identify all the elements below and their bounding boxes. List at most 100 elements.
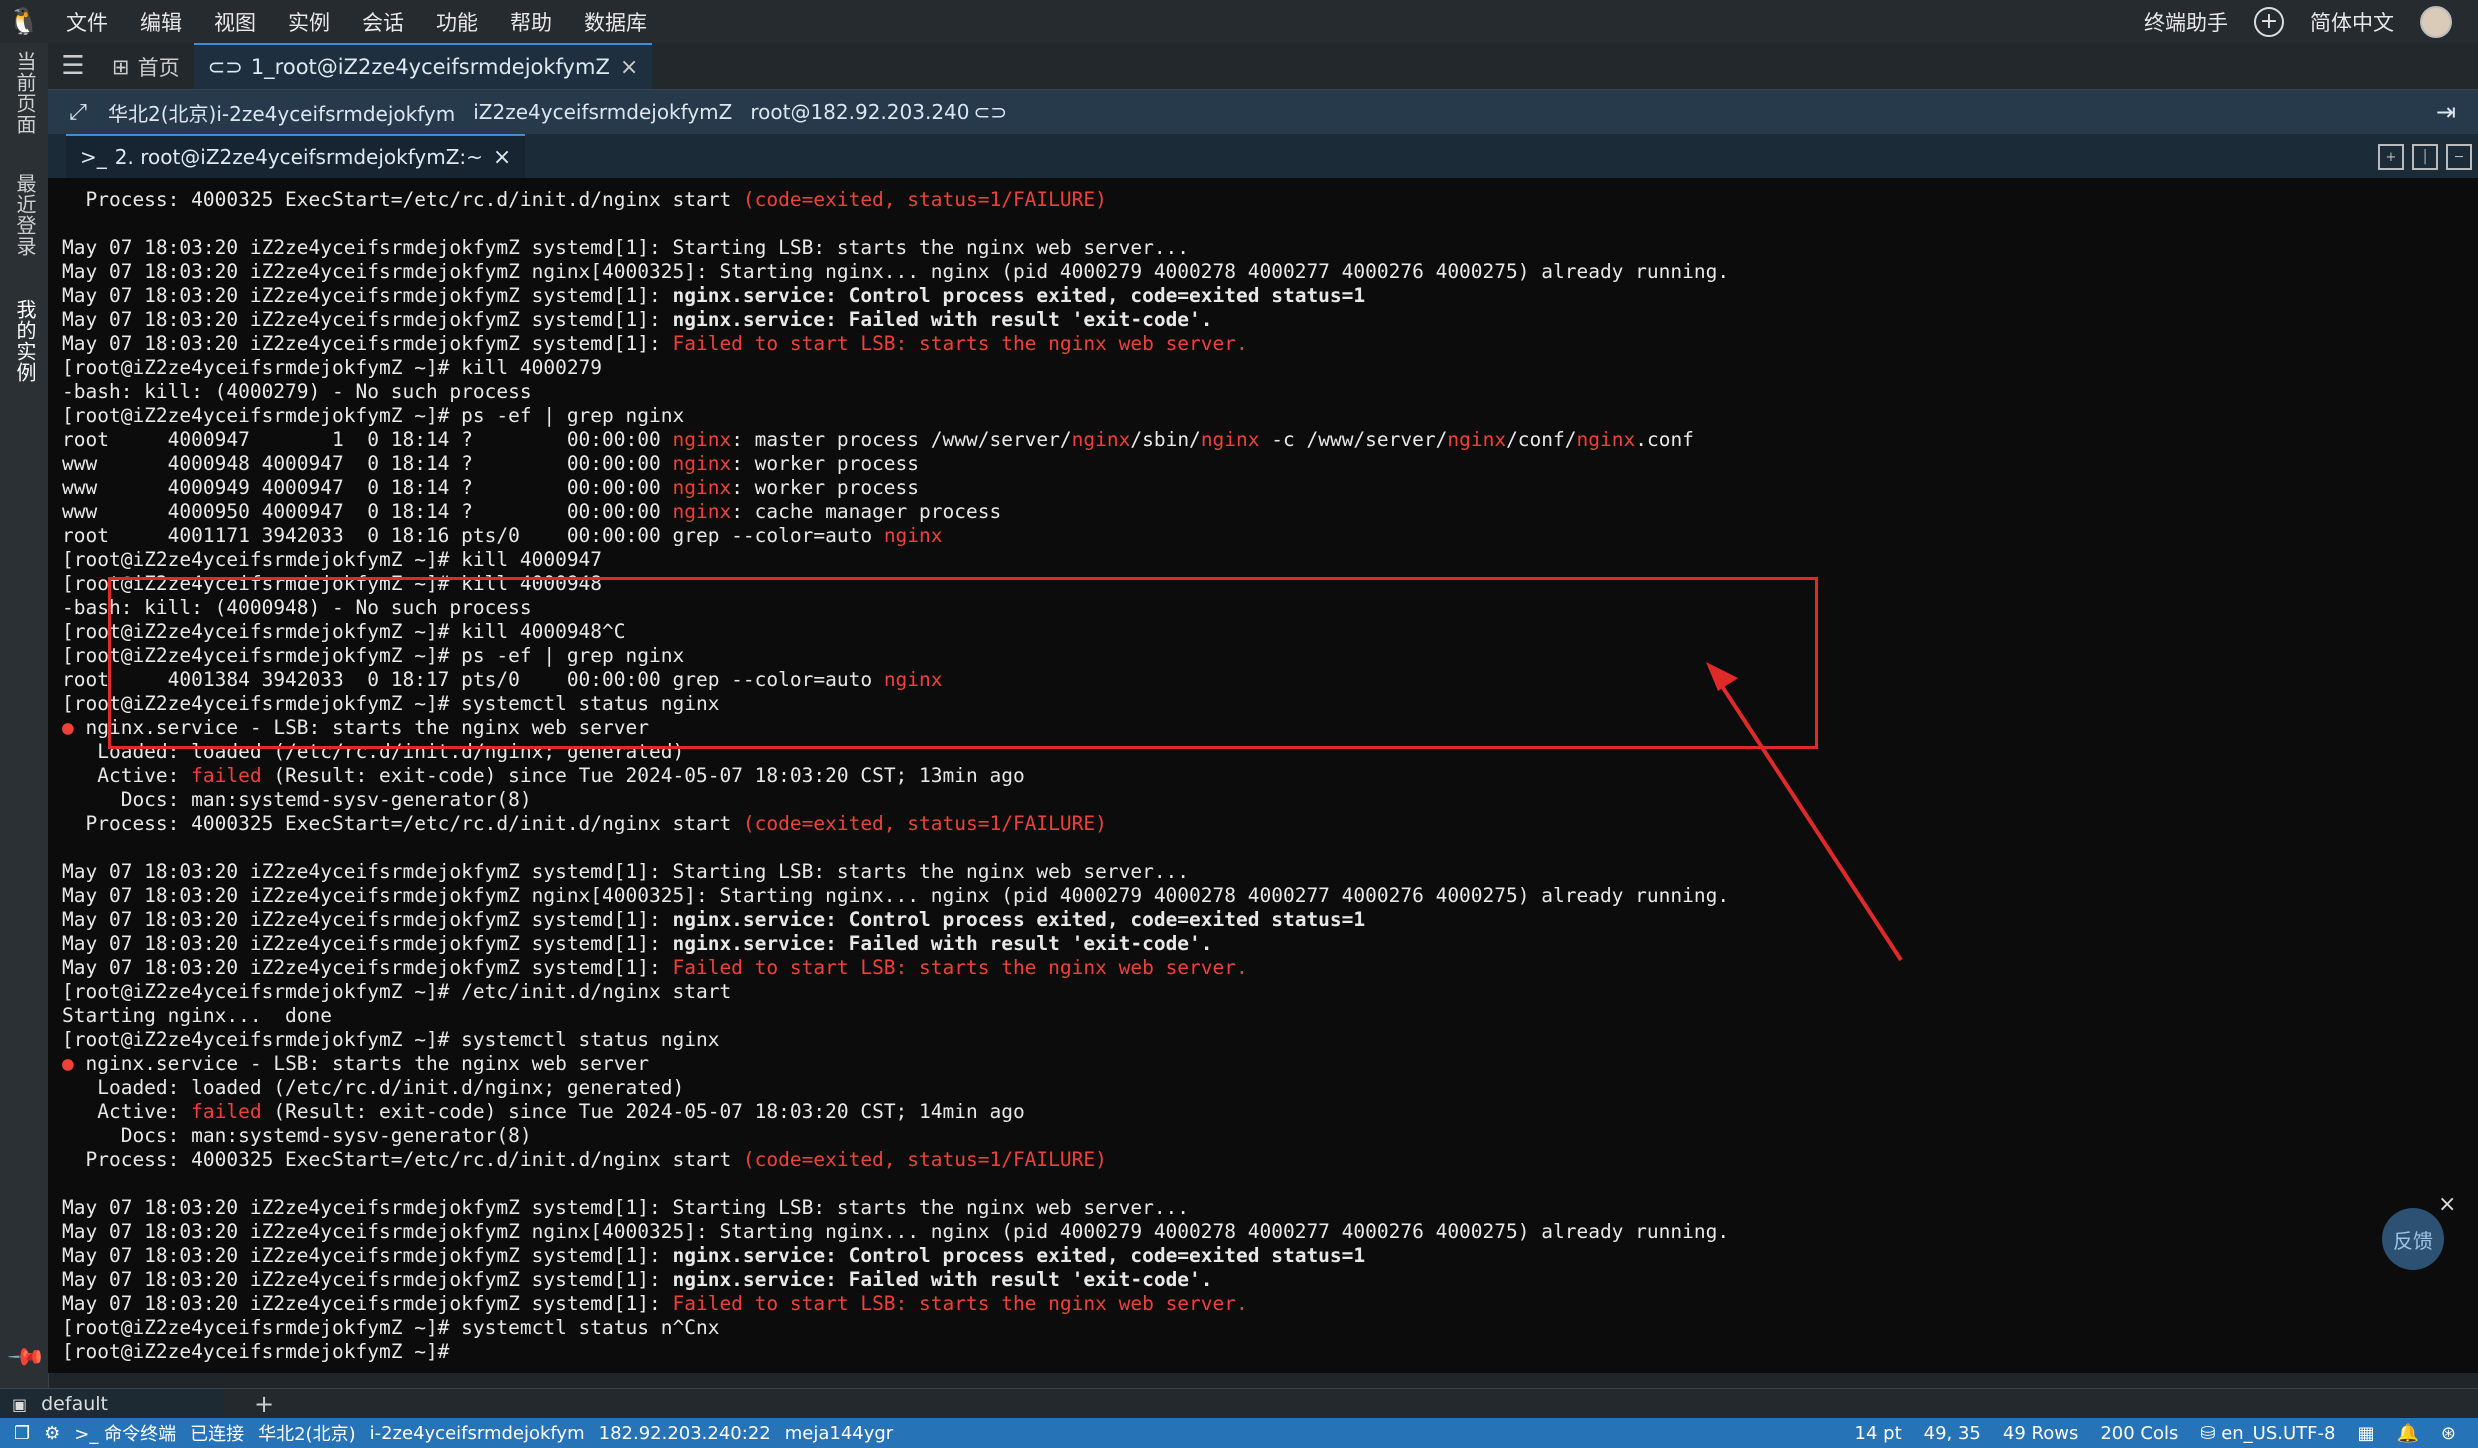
tab-home-label: 首页 (137, 56, 180, 80)
sidebar-tab-my-instances[interactable]: 我的实例 (8, 299, 40, 383)
menu-database[interactable]: 数据库 (584, 7, 647, 37)
expand-icon[interactable]: ⤢ (48, 100, 108, 125)
terminal-line: May 07 18:03:20 iZ2ze4yceifsrmdejokfymZ … (62, 308, 1213, 331)
encoding-icon: ⛁ (2200, 1422, 2222, 1444)
terminal-tab-bar: >_ 2. root@iZ2ze4yceifsrmdejokfymZ:~ × +… (48, 134, 2478, 178)
terminal-line: www 4000949 4000947 0 18:14 ? 00:00:00 n… (62, 476, 920, 499)
rows-count: 49 Rows (2002, 1422, 2079, 1444)
terminal-line: [root@iZ2ze4yceifsrmdejokfymZ ~]# kill 4… (62, 572, 603, 595)
menu-file[interactable]: 文件 (66, 7, 108, 37)
add-session-icon[interactable]: + (254, 1390, 274, 1418)
terminal-line: Active: failed (Result: exit-code) since… (62, 764, 1025, 787)
terminal-assistant-button[interactable]: 终端助手 (2144, 7, 2228, 37)
session-bar: ▣ default + (0, 1388, 2478, 1419)
ip-port: 182.92.203.240:22 (598, 1422, 771, 1444)
terminal-line: root 4000947 1 0 18:14 ? 00:00:00 nginx:… (62, 428, 1694, 451)
left-sidebar: 当前页面 最近登录 我的实例 📌 (0, 43, 49, 1388)
pin-icon[interactable]: 📌 (6, 1337, 47, 1378)
menu-instance[interactable]: 实例 (288, 7, 330, 37)
new-pane-icon[interactable]: + (2378, 144, 2404, 170)
close-icon[interactable]: × (2438, 1192, 2456, 1217)
linux-penguin-icon: 🐧 (7, 6, 41, 37)
link-icon: ⊂⊃ (973, 100, 1008, 124)
terminal-lines: Process: 4000325 ExecStart=/etc/rc.d/ini… (62, 188, 1729, 1364)
connection-info-bar: ⤢ 华北2(北京)i-2ze4yceifsrmdejokfym iZ2ze4yc… (48, 90, 2478, 134)
sidebar-tab-label: 我的实例 (13, 299, 37, 383)
terminal-line: [root@iZ2ze4yceifsrmdejokfymZ ~]# system… (62, 692, 720, 715)
close-icon[interactable]: × (493, 145, 511, 170)
sidebar-tab-recent-login[interactable]: 最近登录 (8, 173, 40, 257)
terminal-line: Loaded: loaded (/etc/rc.d/init.d/nginx; … (62, 740, 685, 763)
prompt-icon: >_ (80, 145, 107, 169)
terminal-line: May 07 18:03:20 iZ2ze4yceifsrmdejokfymZ … (62, 932, 1213, 955)
terminal-line: May 07 18:03:20 iZ2ze4yceifsrmdejokfymZ … (62, 1244, 1366, 1267)
split-vertical-icon[interactable]: │ (2412, 144, 2438, 170)
terminal-line: [root@iZ2ze4yceifsrmdejokfymZ ~]# (62, 1340, 462, 1363)
font-size[interactable]: 14 pt (1855, 1423, 1902, 1444)
avatar[interactable] (2420, 5, 2452, 38)
connection-status: 已连接 (190, 1424, 245, 1445)
cursor-position: 49, 35 (1923, 1422, 1981, 1444)
language-selector[interactable]: 简体中文 (2310, 7, 2394, 37)
copy-icon[interactable]: ❐ (14, 1423, 30, 1444)
feedback-button[interactable]: 反馈 (2382, 1208, 2444, 1270)
menu-help[interactable]: 帮助 (510, 7, 552, 37)
sidebar-tab-current-page[interactable]: 当前页面 (8, 51, 40, 135)
terminal-icon: ▣ (12, 1394, 28, 1414)
menu-session[interactable]: 会话 (362, 7, 404, 37)
terminal-line: [root@iZ2ze4yceifsrmdejokfymZ ~]# ps -ef… (62, 644, 685, 667)
sidepanel-toggle-icon[interactable]: ⇥ (2436, 98, 2456, 126)
session-tab-default[interactable]: ▣ default (0, 1389, 224, 1419)
terminal-line: ● nginx.service - LSB: starts the nginx … (62, 716, 650, 739)
hostname: iZ2ze4yceifsrmdejokfymZ (473, 100, 733, 124)
terminal-line: Process: 4000325 ExecStart=/etc/rc.d/ini… (62, 1148, 1107, 1171)
terminal-line: [root@iZ2ze4yceifsrmdejokfymZ ~]# kill 4… (62, 620, 626, 643)
terminal-mode[interactable]: >_ 命令终端 (74, 1420, 176, 1446)
terminal-line: www 4000950 4000947 0 18:14 ? 00:00:00 n… (62, 500, 1002, 523)
terminal-line: -bash: kill: (4000279) - No such process (62, 380, 532, 403)
terminal-line: root 4001384 3942033 0 18:17 pts/0 00:00… (62, 668, 943, 691)
terminal-line: -bash: kill: (4000948) - No such process (62, 596, 532, 619)
user-id: meja144ygr (784, 1422, 894, 1444)
broadcast-icon[interactable]: ⊛ (2441, 1423, 2456, 1444)
prompt-icon: >_ (74, 1424, 105, 1445)
terminal-line: [root@iZ2ze4yceifsrmdejokfymZ ~]# /etc/i… (62, 980, 732, 1003)
user-host: root@182.92.203.240 ⊂⊃ (750, 100, 1008, 124)
settings-icon[interactable]: ⚙ (44, 1423, 60, 1444)
close-icon[interactable]: × (620, 55, 638, 80)
tab-home[interactable]: ⊞ 首页 (98, 45, 194, 89)
menu-edit[interactable]: 编辑 (140, 7, 182, 37)
terminal-line: Loaded: loaded (/etc/rc.d/init.d/nginx; … (62, 1076, 685, 1099)
terminal-line: [root@iZ2ze4yceifsrmdejokfymZ ~]# kill 4… (62, 548, 603, 571)
terminal-line: [root@iZ2ze4yceifsrmdejokfymZ ~]# system… (62, 1316, 720, 1339)
split-horizontal-icon[interactable]: ─ (2446, 144, 2472, 170)
grid-icon: ⊞ (112, 55, 130, 79)
terminal-line: May 07 18:03:20 iZ2ze4yceifsrmdejokfymZ … (62, 332, 1248, 355)
terminal-tab[interactable]: >_ 2. root@iZ2ze4yceifsrmdejokfymZ:~ × (66, 134, 526, 178)
terminal-line: May 07 18:03:20 iZ2ze4yceifsrmdejokfymZ … (62, 908, 1366, 931)
list-menu-icon[interactable]: ☰ (48, 43, 98, 89)
menu-view[interactable]: 视图 (214, 7, 256, 37)
terminal-line: May 07 18:03:20 iZ2ze4yceifsrmdejokfymZ … (62, 860, 1190, 883)
terminal-line: Process: 4000325 ExecStart=/etc/rc.d/ini… (62, 188, 1107, 211)
terminal-line: Docs: man:systemd-sysv-generator(8) (62, 788, 532, 811)
layout-icon[interactable]: ▦ (2357, 1423, 2374, 1444)
terminal-line: Docs: man:systemd-sysv-generator(8) (62, 1124, 532, 1147)
bell-icon[interactable]: 🔔 (2396, 1423, 2418, 1444)
tab-session[interactable]: ⊂⊃ 1_root@iZ2ze4yceifsrmdejokfymZ × (193, 43, 653, 89)
terminal-line: [root@iZ2ze4yceifsrmdejokfymZ ~]# ps -ef… (62, 404, 685, 427)
terminal-line: ● nginx.service - LSB: starts the nginx … (62, 1052, 650, 1075)
terminal-line: May 07 18:03:20 iZ2ze4yceifsrmdejokfymZ … (62, 284, 1366, 307)
terminal-output[interactable]: Process: 4000325 ExecStart=/etc/rc.d/ini… (48, 178, 2478, 1373)
menu-function[interactable]: 功能 (436, 7, 478, 37)
encoding[interactable]: ⛁ en_US.UTF-8 (2200, 1423, 2335, 1444)
terminal-line: root 4001171 3942033 0 18:16 pts/0 00:00… (62, 524, 943, 547)
terminal-line: May 07 18:03:20 iZ2ze4yceifsrmdejokfymZ … (62, 884, 1730, 907)
terminal-line: May 07 18:03:20 iZ2ze4yceifsrmdejokfymZ … (62, 1292, 1248, 1315)
sidebar-tab-label: 最近登录 (13, 173, 37, 257)
terminal-line: [root@iZ2ze4yceifsrmdejokfymZ ~]# system… (62, 1028, 720, 1051)
add-icon[interactable]: + (2254, 6, 2284, 37)
